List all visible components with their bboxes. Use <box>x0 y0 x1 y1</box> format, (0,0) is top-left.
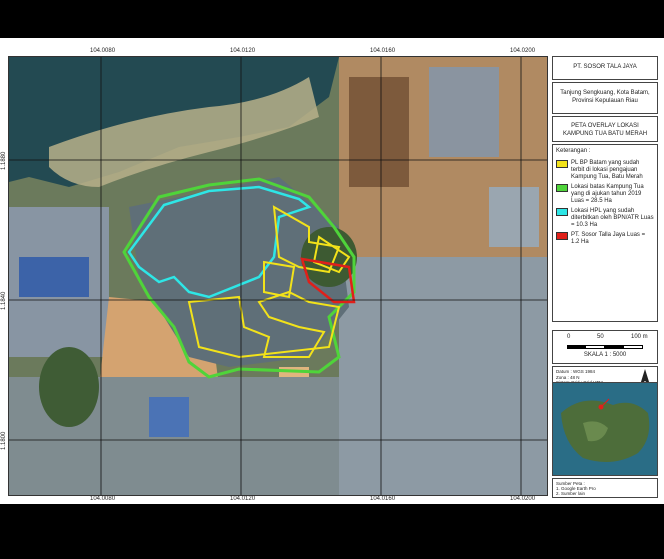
source-line: 2. Sumber lain <box>556 491 586 496</box>
grid-label-top: 104.0160 <box>370 48 396 54</box>
grid-label-bottom: 104.0120 <box>230 496 256 502</box>
grid-label-top: 104.0200 <box>510 48 536 54</box>
legend-swatch <box>556 232 568 240</box>
legend-item: PT. Sosor Talla Jaya Luas = 1.2 Ha <box>556 232 654 246</box>
legend-header: Keterangan : <box>556 148 591 154</box>
scale-ticks: 0 50 100 m <box>553 331 657 345</box>
legend-item: Lokasi batas Kampung Tua yang di ajukan … <box>556 184 654 205</box>
title-box: PETA OVERLAY LOKASI KAMPUNG TUA BATU MER… <box>552 116 658 142</box>
residential-east <box>339 257 547 495</box>
grid-label-bottom: 104.0080 <box>90 496 116 502</box>
vegetation-west <box>39 347 99 427</box>
scale-tick-100: 100 m <box>631 334 648 340</box>
yard-area <box>349 77 409 187</box>
industrial-buildings <box>429 67 499 157</box>
legend-item: PL BP Batam yang sudah terbit di lokasi … <box>556 160 654 181</box>
inset-map-canvas <box>553 383 657 475</box>
scale-tick-0: 0 <box>567 334 571 340</box>
location-text: Tanjung Sengkuang, Kota Batam, Provinsi … <box>560 90 650 104</box>
legend-label: PL BP Batam yang sudah terbit di lokasi … <box>571 160 643 180</box>
map-canvas <box>9 57 547 495</box>
legend-label: Lokasi batas Kampung Tua yang di ajukan … <box>571 184 644 204</box>
inset-map[interactable] <box>552 382 658 476</box>
legend-label: Lokasi HPL yang sudah diterbitkan oleh B… <box>571 208 654 228</box>
grid-label-bottom: 104.0200 <box>510 496 536 502</box>
map-sources: Sumber Peta :1. Google Earth Pro 2. Sumbe… <box>556 481 654 496</box>
grid-label-bottom: 104.0160 <box>370 496 396 502</box>
warehouse-block <box>489 187 539 247</box>
grid-label-left: 1.1840 <box>1 291 7 310</box>
legend-swatch <box>556 160 568 168</box>
company-name: PT. SOSOR TALA JAYA <box>573 64 637 70</box>
legend-list: PL BP Batam yang sudah terbit di lokasi … <box>553 160 657 246</box>
legend-box: Keterangan : PL BP Batam yang sudah terb… <box>552 144 658 322</box>
legend-swatch <box>556 208 568 216</box>
scale-tick-50: 50 <box>597 334 604 340</box>
sources-box: Sumber Peta :1. Google Earth Pro 2. Sumbe… <box>552 478 658 498</box>
legend-item: Lokasi HPL yang sudah diterbitkan oleh B… <box>556 208 654 229</box>
map-title: PETA OVERLAY LOKASI KAMPUNG TUA BATU MER… <box>562 123 648 137</box>
legend-label: PT. Sosor Talla Jaya Luas = 1.2 Ha <box>571 232 646 245</box>
satellite-map[interactable] <box>8 56 548 496</box>
company-box: PT. SOSOR TALA JAYA <box>552 56 658 80</box>
scale-text: SKALA 1 : 5000 <box>583 352 627 358</box>
scale-bar <box>567 345 643 349</box>
grid-label-left: 1.1800 <box>1 431 7 450</box>
location-box: Tanjung Sengkuang, Kota Batam, Provinsi … <box>552 82 658 114</box>
grid-label-left: 1.1880 <box>1 151 7 170</box>
scale-box: 0 50 100 m SKALA 1 : 5000 <box>552 330 658 364</box>
grid-label-top: 104.0120 <box>230 48 256 54</box>
blue-roofs-south <box>149 397 189 437</box>
legend-swatch <box>556 184 568 192</box>
blue-roofs <box>19 257 89 297</box>
grid-label-top: 104.0080 <box>90 48 116 54</box>
